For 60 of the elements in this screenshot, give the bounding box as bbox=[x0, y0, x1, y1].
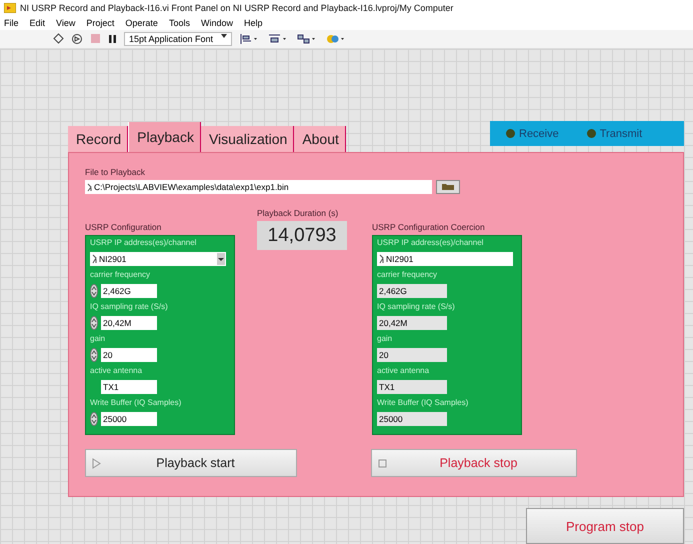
duration-display: 14,0793 bbox=[257, 221, 347, 250]
numeric-field[interactable]: 20 bbox=[101, 348, 157, 362]
value-display: 20 bbox=[377, 348, 447, 362]
playback-button[interactable]: Playback stop bbox=[371, 449, 577, 477]
field-label: gain bbox=[377, 334, 394, 344]
spinner-icon[interactable] bbox=[90, 284, 98, 298]
field-label: active antenna bbox=[377, 366, 430, 376]
numeric-field[interactable]: 20,42M bbox=[101, 316, 157, 330]
led-label: Transmit bbox=[600, 128, 642, 140]
text-field[interactable]: TX1 bbox=[101, 380, 157, 394]
font-dropdown[interactable]: 15pt Application Font bbox=[124, 32, 232, 46]
field-label: USRP IP address(es)/channel bbox=[90, 238, 198, 248]
value-display: 20,42M bbox=[377, 316, 447, 330]
tab[interactable]: About bbox=[294, 126, 346, 152]
field-label: USRP IP address(es)/channel bbox=[377, 238, 484, 248]
menu-item[interactable]: Edit bbox=[30, 18, 46, 28]
menu-item[interactable]: View bbox=[56, 18, 76, 28]
field-label: File to Playback bbox=[85, 167, 146, 177]
program-stop-button[interactable]: Program stop bbox=[526, 508, 684, 544]
menu-item[interactable]: Project bbox=[86, 18, 114, 28]
section-title: USRP Configuration Coercion bbox=[372, 222, 486, 232]
section-title: USRP Configuration bbox=[85, 222, 162, 232]
menu-item[interactable]: Help bbox=[244, 18, 262, 28]
spinner-icon[interactable] bbox=[90, 316, 98, 330]
value-display: 2,462G bbox=[377, 284, 447, 298]
field-label: carrier frequency bbox=[90, 270, 152, 280]
tab[interactable]: Record bbox=[68, 126, 128, 152]
field-label: IQ sampling rate (S/s) bbox=[377, 302, 456, 312]
menu-item[interactable]: File bbox=[4, 18, 19, 28]
numeric-field[interactable]: 25000 bbox=[101, 412, 157, 426]
tab[interactable]: Visualization bbox=[200, 126, 294, 152]
spinner-icon[interactable] bbox=[90, 348, 98, 362]
play-icon bbox=[92, 458, 101, 468]
numeric-field[interactable]: 2,462G bbox=[101, 284, 157, 298]
field-label: active antenna bbox=[90, 366, 144, 376]
stop-icon bbox=[378, 458, 387, 468]
menu-item[interactable]: Window bbox=[200, 18, 233, 28]
field-label: Write Buffer (IQ Samples) bbox=[377, 398, 470, 408]
spinner-icon[interactable] bbox=[90, 412, 98, 426]
playback-button[interactable]: Playback start bbox=[85, 449, 297, 477]
field-label: gain bbox=[90, 334, 106, 344]
led-label: Receive bbox=[519, 128, 559, 140]
app-icon bbox=[4, 2, 16, 13]
resource-display: NI2901 bbox=[377, 252, 513, 266]
run-continuously-icon[interactable] bbox=[71, 32, 83, 45]
resource-dropdown[interactable]: NI2901 bbox=[90, 252, 226, 266]
field-label: Write Buffer (IQ Samples) bbox=[90, 398, 182, 408]
caret-icon bbox=[221, 34, 228, 38]
tab[interactable]: Playback bbox=[128, 122, 201, 152]
menu-item[interactable]: Tools bbox=[168, 18, 190, 28]
pause-icon[interactable] bbox=[108, 34, 117, 44]
field-label: carrier frequency bbox=[377, 270, 438, 280]
field-label: Playback Duration (s) bbox=[257, 208, 340, 218]
menu-item[interactable]: Operate bbox=[125, 18, 158, 28]
field-label: IQ sampling rate (S/s) bbox=[90, 302, 169, 312]
value-display: 25000 bbox=[377, 412, 447, 426]
window-title: NI USRP Record and Playback-I16.vi Front Panel on NI USRP Record and Playback-I16.lvproj/My Computer bbox=[20, 2, 454, 13]
path-field[interactable]: C:\Projects\LABVIEW\examples\data\exp1\exp1.bin bbox=[85, 180, 432, 194]
folder-icon[interactable] bbox=[436, 180, 460, 194]
value-display: TX1 bbox=[377, 380, 447, 394]
